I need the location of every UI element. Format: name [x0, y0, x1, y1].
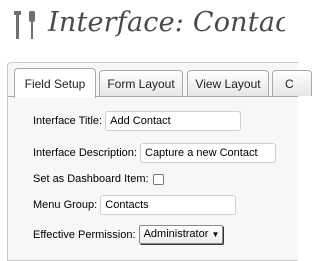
effective-permission-select[interactable]: Administrator ▼ — [138, 225, 224, 244]
effective-permission-label: Effective Permission: — [33, 228, 136, 241]
interface-description-row: Interface Description: Capture a new Con… — [33, 143, 276, 163]
menu-group-row: Menu Group: Contacts — [33, 195, 237, 215]
tools-icon — [14, 11, 35, 39]
dashboard-item-checkbox[interactable] — [152, 173, 164, 185]
field-setup-form: Interface Title: Add Contact Interface D… — [8, 97, 298, 260]
interface-description-label: Interface Description: — [33, 147, 137, 159]
page-header: Interface: Contacts M — [0, 0, 285, 52]
dashboard-item-row: Set as Dashboard Item: — [33, 173, 164, 185]
menu-group-label: Menu Group: — [33, 199, 98, 211]
menu-group-input[interactable]: Contacts — [100, 195, 237, 215]
tab-view-layout[interactable]: View Layout — [187, 70, 269, 96]
tab-field-setup[interactable]: Field Setup — [14, 68, 96, 98]
interface-settings-panel: Field Setup Form Layout View Layout C In… — [7, 62, 312, 261]
chevron-down-icon: ▼ — [211, 230, 220, 239]
interface-description-input[interactable]: Capture a new Contact — [140, 143, 276, 163]
interface-title-label: Interface Title: — [33, 115, 103, 127]
effective-permission-row: Effective Permission: Administrator ▼ — [33, 225, 224, 244]
interface-title-input[interactable]: Add Contact — [105, 111, 242, 131]
interface-title-row: Interface Title: Add Contact — [33, 111, 242, 131]
dashboard-item-label: Set as Dashboard Item: — [33, 173, 149, 186]
page-title: Interface: Contacts M — [48, 7, 285, 38]
tab-form-layout[interactable]: Form Layout — [99, 70, 183, 96]
tab-more[interactable]: C — [272, 70, 312, 96]
effective-permission-value: Administrator — [143, 228, 209, 240]
